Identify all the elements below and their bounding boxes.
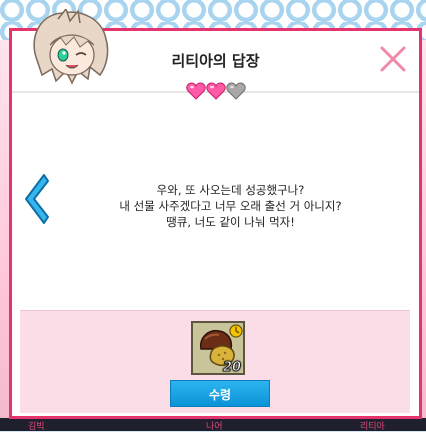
reply-dialog: 리티아의 답장 우와, 또 사오는데 성공했구나? 내 선물 사주겠다고 너무 … [9,9,422,419]
chevron-left-icon [25,174,49,224]
background-label: 김빅 [28,422,45,432]
message-line: 내 선물 사주겠다고 너무 오래 출선 거 아니지? [119,199,342,213]
heart-filled-icon [186,82,206,100]
item-count: 20 [222,360,241,376]
character-avatar [33,9,109,85]
background-bottom-bar: 김빅 나어 리티아 [0,418,426,432]
message-line: 우와, 또 사오는데 성공했구나? [156,183,305,197]
reward-panel: 20 수령 [20,310,410,413]
reply-message: 우와, 또 사오는데 성공했구나? 내 선물 사주겠다고 너무 오래 출선 거 … [52,182,409,230]
claim-button[interactable]: 수령 [170,380,270,407]
close-button[interactable] [379,45,407,73]
close-icon [380,46,406,72]
reward-item: 20 [191,321,245,376]
heart-filled-icon [206,82,226,100]
heart-empty-icon [226,82,246,100]
affection-hearts [186,82,246,100]
background-label: 나어 [206,422,223,432]
message-line: 땡큐, 너도 같이 나눠 먹자! [166,215,295,229]
previous-button[interactable] [22,173,50,225]
background-label: 리티아 [360,422,385,432]
